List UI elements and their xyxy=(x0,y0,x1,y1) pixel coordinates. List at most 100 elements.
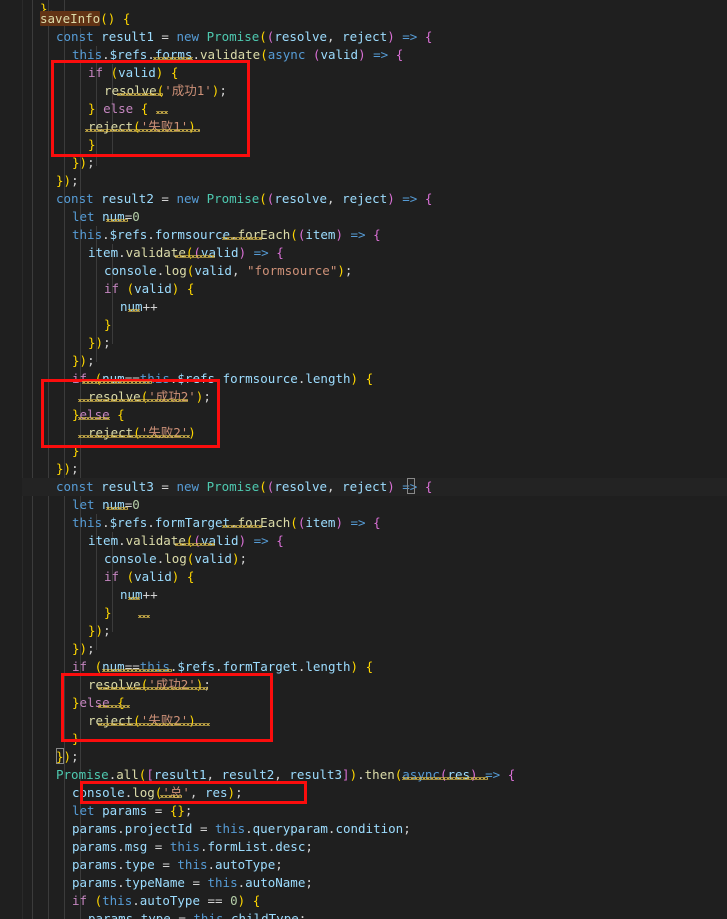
code-line[interactable]: }); xyxy=(0,334,727,352)
code-line[interactable]: }); xyxy=(0,154,727,172)
warning-squiggle xyxy=(78,435,190,438)
code-line[interactable]: if (valid) { xyxy=(0,64,727,82)
code-line[interactable]: const result2 = new Promise((resolve, re… xyxy=(0,190,727,208)
warning-squiggle xyxy=(98,687,208,690)
code-line-text: }); xyxy=(72,353,95,368)
code-line-text: console.log(valid); xyxy=(104,551,248,566)
code-line[interactable]: if (valid) { xyxy=(0,280,727,298)
code-line[interactable]: resolve('成功2'); xyxy=(0,676,727,694)
code-line-text: num++ xyxy=(120,587,158,602)
code-line[interactable]: }); xyxy=(0,172,727,190)
warning-squiggle xyxy=(128,309,140,312)
warning-squiggle xyxy=(85,129,200,132)
code-editor[interactable]: }, saveInfo() {const result1 = new Promis… xyxy=(0,0,727,919)
code-line-text: params.type = this.autoType; xyxy=(72,857,283,872)
code-line[interactable]: saveInfo() { xyxy=(0,10,727,28)
code-line[interactable]: }); xyxy=(0,748,727,766)
code-line[interactable]: reject('失败2') xyxy=(0,424,727,442)
code-line[interactable]: if (num==this.$refs.formTarget.length) { xyxy=(0,658,727,676)
warning-squiggle xyxy=(106,219,128,222)
warning-squiggle xyxy=(153,57,193,60)
code-line-text: }); xyxy=(72,641,95,656)
code-line[interactable]: params.type = this.childType; xyxy=(0,910,727,919)
code-line-text: resolve('成功1'); xyxy=(104,83,227,98)
code-line-text: }else { xyxy=(72,695,125,710)
code-line[interactable]: }else { xyxy=(0,406,727,424)
code-line-text: resolve('成功2'); xyxy=(88,677,211,692)
code-line-text: }); xyxy=(72,155,95,170)
code-line[interactable]: }); xyxy=(0,352,727,370)
code-line[interactable]: console.log('总', res); xyxy=(0,784,727,802)
code-line[interactable]: num++ xyxy=(0,586,727,604)
warning-squiggle xyxy=(117,93,163,96)
code-line[interactable]: params.projectId = this.queryparam.condi… xyxy=(0,820,727,838)
code-line[interactable]: this.$refs.formsource.forEach((item) => … xyxy=(0,226,727,244)
code-line-text: }); xyxy=(88,335,111,350)
code-line[interactable]: const result1 = new Promise((resolve, re… xyxy=(0,28,727,46)
code-line[interactable]: Promise.all([result1, result2, result3])… xyxy=(0,766,727,784)
code-line[interactable]: console.log(valid); xyxy=(0,550,727,568)
code-line[interactable]: resolve('成功1'); xyxy=(0,82,727,100)
warning-squiggle xyxy=(160,795,182,798)
code-line-text: const result3 = new Promise((resolve, re… xyxy=(56,479,433,494)
code-line[interactable]: params.typeName = this.autoName; xyxy=(0,874,727,892)
code-line-text: reject('失败2') xyxy=(88,425,196,440)
code-line[interactable]: resolve('成功2'); xyxy=(0,388,727,406)
code-line[interactable]: }); xyxy=(0,622,727,640)
warning-squiggle xyxy=(138,615,150,618)
bracket-match-close xyxy=(56,748,64,764)
code-line-text: let num=0 xyxy=(72,497,140,512)
code-line[interactable]: let num=0 xyxy=(0,208,727,226)
code-line[interactable]: const result3 = new Promise((resolve, re… xyxy=(0,478,727,496)
code-line-text: item.validate((valid) => { xyxy=(88,245,284,260)
code-line-text: }); xyxy=(56,173,79,188)
code-line-text: }else { xyxy=(72,407,125,422)
code-line[interactable]: }else { xyxy=(0,694,727,712)
code-line[interactable]: item.validate((valid) => { xyxy=(0,532,727,550)
code-line[interactable]: if (this.autoType == 0) { xyxy=(0,892,727,910)
code-line[interactable]: } xyxy=(0,136,727,154)
code-line[interactable]: reject('失败1') xyxy=(0,118,727,136)
warning-squiggle xyxy=(222,525,262,528)
word-occurrence-highlight: saveInfo xyxy=(40,11,101,26)
code-line-text: saveInfo() { xyxy=(40,11,131,26)
code-line[interactable]: let num=0 xyxy=(0,496,727,514)
code-line[interactable]: console.log(valid, "formsource"); xyxy=(0,262,727,280)
code-line[interactable]: } xyxy=(0,604,727,622)
code-line[interactable]: }); xyxy=(0,640,727,658)
code-line[interactable]: num++ xyxy=(0,298,727,316)
code-line-text: } else { xyxy=(88,101,149,116)
code-line[interactable]: let params = {}; xyxy=(0,802,727,820)
code-line-text: if (num==this.$refs.formTarget.length) { xyxy=(72,659,374,674)
code-line[interactable]: params.type = this.autoType; xyxy=(0,856,727,874)
code-line-text: params.msg = this.formList.desc; xyxy=(72,839,313,854)
warning-squiggle xyxy=(102,669,172,672)
code-line-text: if (valid) { xyxy=(88,65,179,80)
code-line[interactable]: if (valid) { xyxy=(0,568,727,586)
code-line[interactable]: this.$refs.formTarget.forEach((item) => … xyxy=(0,514,727,532)
code-line-text: item.validate((valid) => { xyxy=(88,533,284,548)
warning-squiggle xyxy=(175,543,215,546)
code-line-text: } xyxy=(104,317,112,332)
warning-squiggle xyxy=(175,255,215,258)
code-line[interactable]: this.$refs.forms.validate(async (valid) … xyxy=(0,46,727,64)
code-line[interactable]: } else { xyxy=(0,100,727,118)
code-line[interactable]: if (num==this.$refs.formsource.length) { xyxy=(0,370,727,388)
code-line[interactable]: params.msg = this.formList.desc; xyxy=(0,838,727,856)
code-line-text: reject('失败1') xyxy=(88,119,196,134)
code-lines[interactable]: }, saveInfo() {const result1 = new Promis… xyxy=(0,0,727,919)
code-line-text: Promise.all([result1, result2, result3])… xyxy=(56,767,516,782)
code-line[interactable]: } xyxy=(0,316,727,334)
code-line[interactable]: item.validate((valid) => { xyxy=(0,244,727,262)
code-line[interactable]: reject('失败2') xyxy=(0,712,727,730)
code-line-text: let params = {}; xyxy=(72,803,193,818)
code-line[interactable]: }); xyxy=(0,460,727,478)
warning-squiggle xyxy=(128,597,140,600)
warning-squiggle xyxy=(106,507,128,510)
code-line-text: params.projectId = this.queryparam.condi… xyxy=(72,821,411,836)
code-line[interactable]: } xyxy=(0,442,727,460)
code-line-text: }); xyxy=(88,623,111,638)
code-line-text: num++ xyxy=(120,299,158,314)
code-line[interactable]: } xyxy=(0,730,727,748)
warning-squiggle xyxy=(98,723,210,726)
